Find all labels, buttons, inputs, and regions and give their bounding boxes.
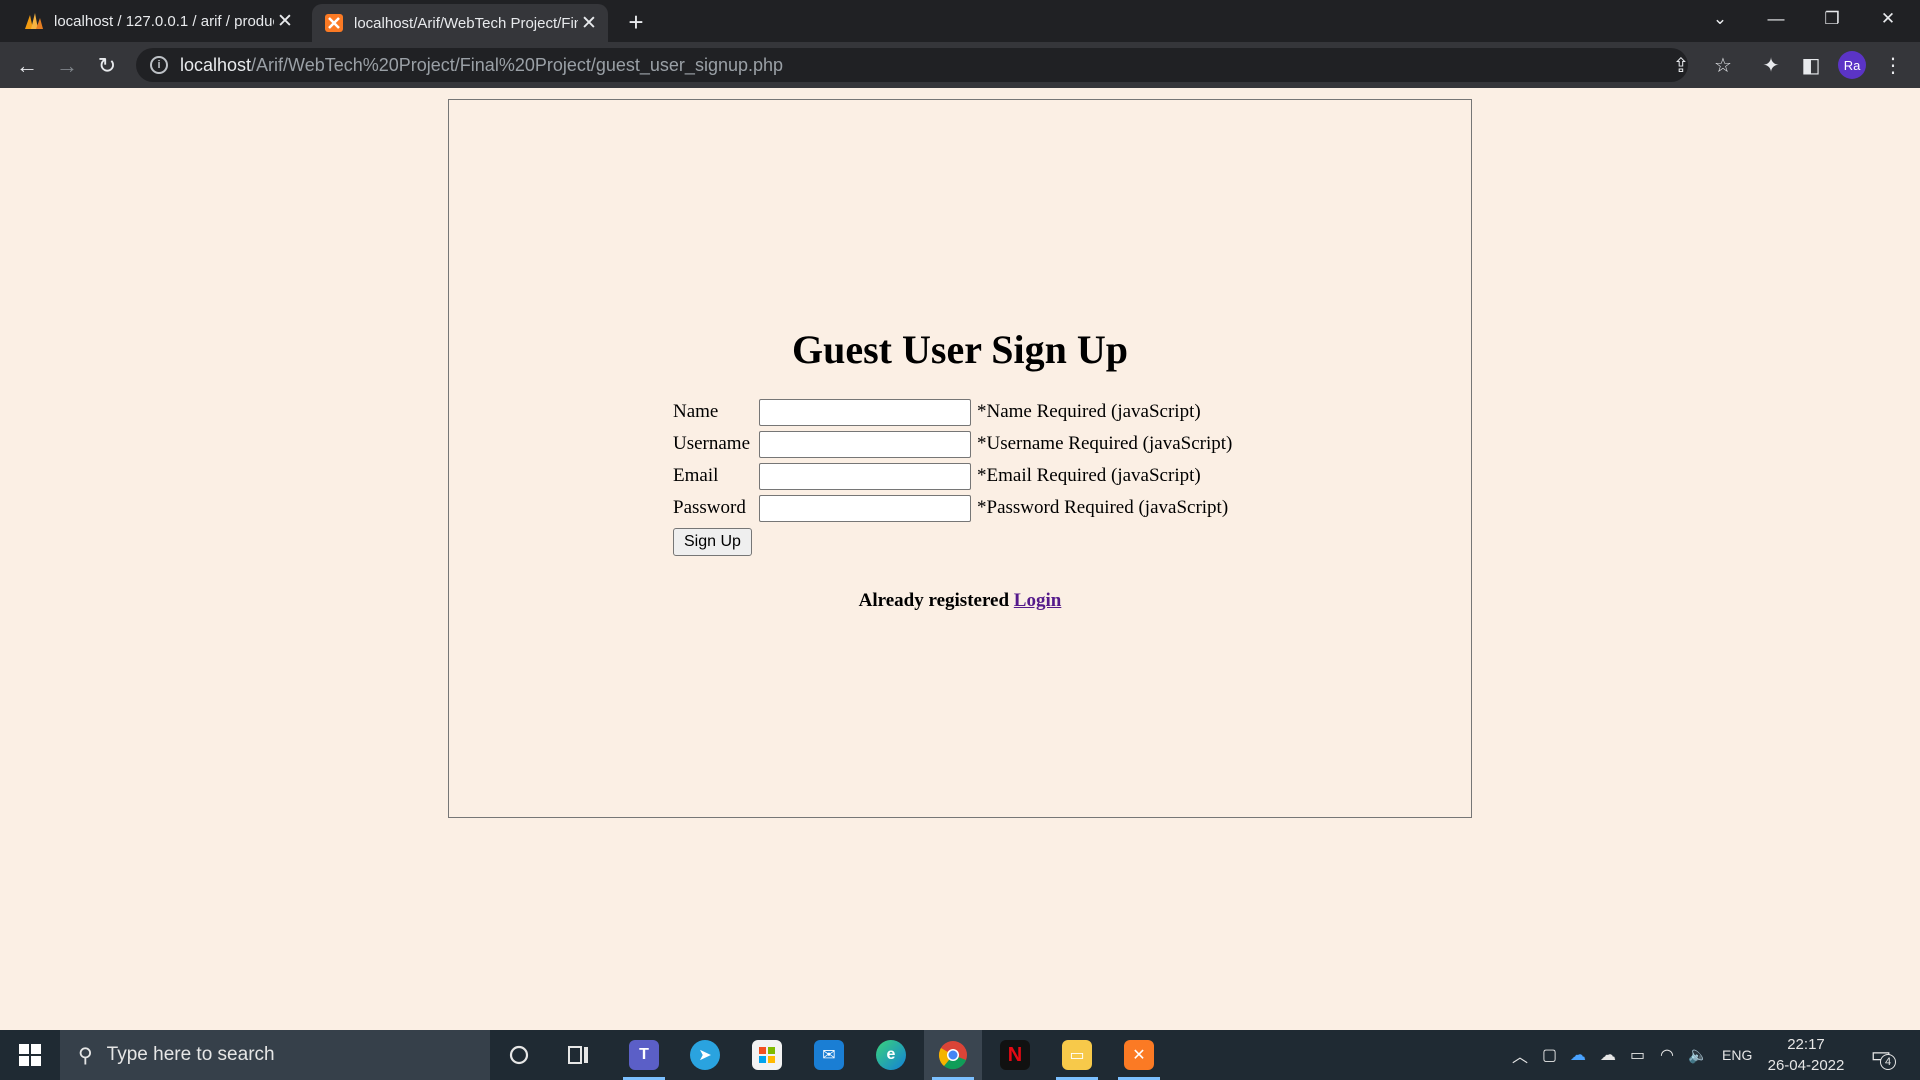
onedrive-error-icon[interactable]: ☁ — [1600, 1030, 1616, 1080]
tab-guest-signup[interactable]: localhost/Arif/WebTech Project/Final Pro… — [312, 4, 608, 42]
extensions-puzzle-icon[interactable]: ✦ — [1756, 50, 1786, 80]
chrome-icon[interactable] — [924, 1030, 982, 1080]
email-field[interactable] — [759, 462, 971, 490]
xampp-icon — [324, 13, 344, 33]
clock-time: 22:17 — [1787, 1036, 1825, 1053]
new-tab-button[interactable]: + — [620, 6, 652, 38]
password-row: Password *Password Required (javaScript) — [673, 492, 1232, 524]
cortana-icon[interactable] — [490, 1030, 548, 1080]
phpmyadmin-icon — [24, 11, 44, 31]
username-field[interactable] — [759, 430, 971, 458]
mail-icon[interactable]: ✉ — [800, 1030, 858, 1080]
username-row: Username *Username Required (javaScript) — [673, 428, 1232, 460]
close-icon[interactable]: ✕ — [578, 12, 600, 34]
microsoft-store-icon[interactable] — [738, 1030, 796, 1080]
clock-date: 26-04-2022 — [1767, 1057, 1845, 1074]
xampp-taskbar-icon[interactable]: ✕ — [1110, 1030, 1168, 1080]
sign-up-button[interactable]: Sign Up — [673, 528, 752, 556]
task-view-icon[interactable] — [550, 1030, 608, 1080]
meet-now-icon[interactable]: ▢ — [1542, 1030, 1557, 1080]
email-row: Email *Email Required (javaScript) — [673, 460, 1232, 492]
share-icon[interactable]: ⇪ — [1666, 50, 1696, 80]
telegram-icon[interactable]: ➤ — [676, 1030, 734, 1080]
password-required-note: *Password Required (javaScript) — [977, 497, 1229, 518]
site-info-icon[interactable]: i — [150, 56, 168, 74]
battery-icon[interactable]: ▭ — [1630, 1030, 1645, 1080]
password-label: Password — [673, 497, 746, 518]
username-label: Username — [673, 433, 751, 454]
address-path: /Arif/WebTech%20Project/Final%20Project/… — [251, 54, 784, 75]
profile-avatar[interactable]: Ra — [1838, 51, 1866, 79]
login-link[interactable]: Login — [1014, 590, 1062, 611]
tab-title: localhost / 127.0.0.1 / arif / products — [54, 12, 274, 30]
side-panel-icon[interactable]: ◧ — [1796, 50, 1826, 80]
address-host: localhost — [180, 54, 252, 75]
signup-container: Guest User Sign Up Name *Name Required (… — [448, 99, 1472, 818]
password-field[interactable] — [759, 494, 971, 522]
page-title: Guest User Sign Up — [792, 327, 1128, 372]
teams-icon[interactable]: T — [615, 1030, 673, 1080]
already-registered-text: Already registered — [858, 590, 1010, 611]
browser-tabstrip: localhost / 127.0.0.1 / arif / products … — [0, 0, 1920, 42]
name-required-note: *Name Required (javaScript) — [977, 401, 1201, 422]
search-placeholder: Type here to search — [106, 1044, 275, 1065]
forward-arrow-icon[interactable]: → — [50, 49, 84, 83]
tab-title: localhost/Arif/WebTech Project/Final Pro… — [354, 14, 578, 32]
name-row: Name *Name Required (javaScript) — [673, 396, 1232, 428]
edge-icon[interactable]: e — [862, 1030, 920, 1080]
close-window-button[interactable]: ✕ — [1860, 0, 1916, 38]
taskbar-clock[interactable]: 22:17 26-04-2022 — [1760, 1034, 1852, 1076]
file-explorer-icon[interactable]: ▭ — [1048, 1030, 1106, 1080]
minimize-button[interactable]: — — [1748, 0, 1804, 38]
wifi-icon[interactable]: ◠ — [1660, 1030, 1674, 1080]
already-registered: Already registered Login — [449, 590, 1471, 612]
volume-icon[interactable]: 🔈 — [1688, 1030, 1708, 1080]
netflix-icon[interactable]: N — [986, 1030, 1044, 1080]
windows-taskbar: ⚲ Type here to search T ➤ ✉ e N ▭ ✕ ︿ ▢ … — [0, 1030, 1920, 1080]
search-icon: ⚲ — [78, 1044, 93, 1067]
username-required-note: *Username Required (javaScript) — [977, 433, 1233, 454]
email-required-note: *Email Required (javaScript) — [977, 465, 1201, 486]
browser-toolbar: ← → ↻ i localhost/Arif/WebTech%20Project… — [0, 42, 1920, 88]
address-bar[interactable]: i localhost/Arif/WebTech%20Project/Final… — [136, 48, 1688, 82]
name-field[interactable] — [759, 398, 971, 426]
reload-icon[interactable]: ↻ — [90, 49, 124, 83]
email-label: Email — [673, 465, 719, 486]
windows-start-icon[interactable] — [0, 1030, 60, 1080]
close-icon[interactable]: ✕ — [274, 10, 296, 32]
back-arrow-icon[interactable]: ← — [10, 49, 44, 83]
language-indicator[interactable]: ENG — [1722, 1030, 1752, 1080]
notification-count-badge: 4 — [1880, 1054, 1896, 1070]
menu-kebab-icon[interactable]: ⋮ — [1878, 50, 1908, 80]
onedrive-cloud-icon[interactable]: ☁ — [1570, 1030, 1586, 1080]
restore-button[interactable]: ❐ — [1804, 0, 1860, 38]
signup-form: Name *Name Required (javaScript) Usernam… — [673, 396, 1232, 556]
notification-center-icon[interactable]: ▭ 4 — [1864, 1038, 1898, 1072]
tab-search-chevron-icon[interactable]: ⌄ — [1692, 0, 1748, 38]
taskbar-search-box[interactable]: ⚲ Type here to search — [60, 1030, 490, 1080]
show-hidden-icons-chevron-icon[interactable]: ︿ — [1512, 1030, 1528, 1080]
name-label: Name — [673, 401, 719, 422]
page-viewport: Guest User Sign Up Name *Name Required (… — [0, 88, 1920, 1030]
tab-phpmyadmin[interactable]: localhost / 127.0.0.1 / arif / products … — [14, 0, 304, 42]
bookmark-star-icon[interactable]: ☆ — [1708, 50, 1738, 80]
